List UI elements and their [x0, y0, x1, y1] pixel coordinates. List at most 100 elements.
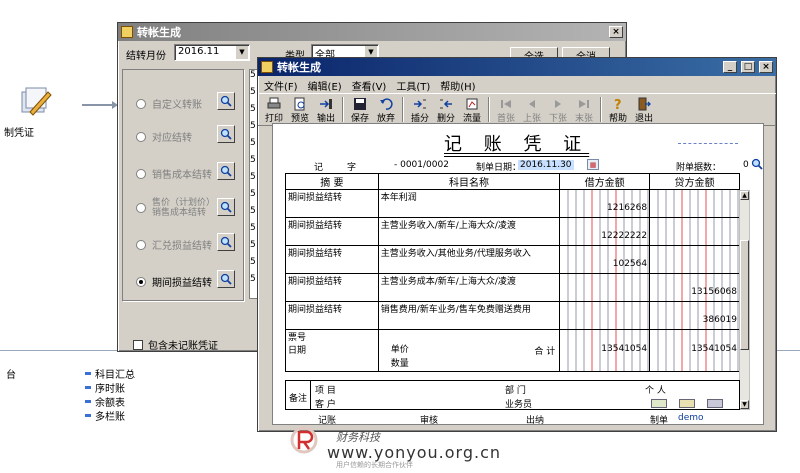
save-button[interactable]: 保存: [348, 95, 372, 124]
cell-debit[interactable]: 102564: [559, 245, 651, 274]
radio[interactable]: [136, 168, 146, 179]
cell-credit[interactable]: 386019: [649, 301, 740, 330]
radio[interactable]: [136, 98, 146, 109]
menu-file[interactable]: 文件(F): [264, 78, 298, 93]
table-row[interactable]: 期间损益结转 主营业务收入/其他业务/代理服务收入 102564: [285, 245, 740, 274]
option-planned-price-cost-transfer[interactable]: 售价（计划价）销售成本结转: [136, 198, 214, 218]
checkbox[interactable]: [133, 339, 143, 350]
cell-summary[interactable]: 期间损益结转: [285, 273, 379, 302]
cell-account[interactable]: 主营业务收入/新车/上海大众/凌渡: [377, 217, 561, 246]
cell-credit[interactable]: [649, 245, 740, 274]
option-corresponding-transfer[interactable]: 对应结转: [136, 129, 192, 144]
cell-credit[interactable]: [649, 217, 740, 246]
scroll-thumb[interactable]: [740, 240, 749, 350]
search-icon: [220, 165, 232, 177]
search-button[interactable]: [217, 125, 235, 143]
undo-icon: [380, 98, 393, 110]
table-row[interactable]: 期间损益结转 销售费用/新车业务/售车免费赠送费用 386019: [285, 301, 740, 330]
preview-button[interactable]: 预览: [288, 95, 312, 124]
cashflow-button[interactable]: 流量: [460, 95, 484, 124]
include-unposted-checkbox[interactable]: 包含未记账凭证: [133, 337, 218, 352]
menu-edit[interactable]: 编辑(E): [308, 78, 342, 93]
option-exchange-transfer[interactable]: 汇兑损益结转: [136, 237, 212, 252]
tool-icon[interactable]: [707, 399, 723, 408]
table-row[interactable]: 期间损益结转 主营业务收入/新车/上海大众/凌渡 12222222: [285, 217, 740, 246]
option-period-pl-transfer[interactable]: 期间损益结转: [136, 274, 212, 289]
scroll-down-icon[interactable]: ▼: [740, 400, 749, 409]
export-button[interactable]: 输出: [314, 95, 338, 124]
cell-summary[interactable]: 期间损益结转: [285, 301, 379, 330]
cell-account[interactable]: 销售费用/新车业务/售车免费赠送费用: [377, 301, 561, 330]
menu-view[interactable]: 查看(V): [352, 78, 387, 93]
print-button[interactable]: 打印: [262, 95, 286, 124]
card-icon[interactable]: [651, 399, 667, 408]
first-icon: [501, 100, 511, 108]
cell-account[interactable]: 本年利润: [377, 189, 561, 218]
exit-button[interactable]: 退出: [632, 95, 656, 124]
cell-debit[interactable]: [559, 301, 651, 330]
exit-icon: [638, 97, 651, 111]
link-balance-sheet[interactable]: 余额表: [85, 394, 125, 409]
cell-debit[interactable]: [559, 273, 651, 302]
link-multicolumn-ledger[interactable]: 多栏账: [85, 408, 125, 423]
search-button[interactable]: [217, 233, 235, 251]
search-icon[interactable]: [751, 158, 763, 170]
close-icon[interactable]: ×: [609, 26, 623, 38]
attachment-count[interactable]: 0: [743, 160, 749, 170]
vertical-scrollbar[interactable]: ▲ ▼: [739, 190, 750, 410]
search-button[interactable]: [217, 92, 235, 110]
radio-selected[interactable]: [136, 276, 146, 287]
minimize-icon[interactable]: _: [723, 61, 737, 73]
help-button[interactable]: ? 帮助: [606, 95, 630, 124]
prev-button[interactable]: 上张: [520, 95, 544, 124]
link-subject-summary[interactable]: 科目汇总: [85, 366, 135, 381]
month-label: 结转月份: [126, 51, 166, 62]
total-credit: 13541054: [649, 329, 740, 372]
table-row[interactable]: 期间损益结转 主营业务成本/新车/上海大众/凌渡 13156068: [285, 273, 740, 302]
insert-row-button[interactable]: 插分: [408, 95, 432, 124]
cell-summary[interactable]: 期间损益结转: [285, 189, 379, 218]
menu-tools[interactable]: 工具(T): [396, 78, 430, 93]
cell-bill-info[interactable]: 票号 日期: [285, 329, 379, 372]
table-row[interactable]: 期间损益结转 本年利润 1216268: [285, 189, 740, 218]
search-button[interactable]: [217, 198, 235, 216]
last-button[interactable]: 末张: [572, 95, 596, 124]
voucher-desktop-icon[interactable]: [18, 86, 52, 118]
menu-help[interactable]: 帮助(H): [440, 78, 475, 93]
first-button[interactable]: 首张: [494, 95, 518, 124]
cell-account[interactable]: 主营业务成本/新车/上海大众/凌渡: [377, 273, 561, 302]
chevron-down-icon[interactable]: ▼: [236, 46, 248, 59]
next-button[interactable]: 下张: [546, 95, 570, 124]
cell-credit[interactable]: 13156068: [649, 273, 740, 302]
date-label: 制单日期：: [476, 163, 522, 173]
help-icon: ?: [614, 98, 622, 111]
link-journal[interactable]: 序时账: [85, 380, 125, 395]
maximize-icon[interactable]: □: [741, 61, 755, 73]
search-button[interactable]: [217, 162, 235, 180]
cell-price-qty: 单价 数量 合 计: [377, 329, 561, 372]
search-button[interactable]: [217, 270, 235, 288]
option-custom-transfer[interactable]: 自定义转账: [136, 96, 202, 111]
preview-icon: [294, 97, 305, 111]
calc-icon[interactable]: [679, 399, 695, 408]
cell-summary[interactable]: 期间损益结转: [285, 217, 379, 246]
cell-summary[interactable]: 期间损益结转: [285, 245, 379, 274]
radio[interactable]: [136, 203, 146, 213]
voucher-entries-table: 摘 要 科目名称 借方金额 贷方金额 期间损益结转 本年利润 1216268 期…: [285, 173, 740, 372]
month-select[interactable]: 2016.11 ▼: [174, 44, 250, 61]
option-sales-cost-transfer[interactable]: 销售成本结转: [136, 166, 212, 181]
voucher-number[interactable]: - 0001/0002: [394, 160, 449, 170]
scroll-up-icon[interactable]: ▲: [740, 191, 749, 200]
date-field[interactable]: 2016.11.30: [518, 160, 574, 170]
radio[interactable]: [136, 131, 146, 142]
close-icon[interactable]: ×: [759, 61, 773, 73]
printer-icon: [267, 97, 281, 109]
radio[interactable]: [136, 239, 146, 250]
calendar-icon[interactable]: ▦: [587, 159, 599, 170]
cell-account[interactable]: 主营业务收入/其他业务/代理服务收入: [377, 245, 561, 274]
discard-button[interactable]: 放弃: [374, 95, 398, 124]
delete-row-button[interactable]: 删分: [434, 95, 458, 124]
cell-credit[interactable]: [649, 189, 740, 218]
cell-debit[interactable]: 12222222: [559, 217, 651, 246]
cell-debit[interactable]: 1216268: [559, 189, 651, 218]
